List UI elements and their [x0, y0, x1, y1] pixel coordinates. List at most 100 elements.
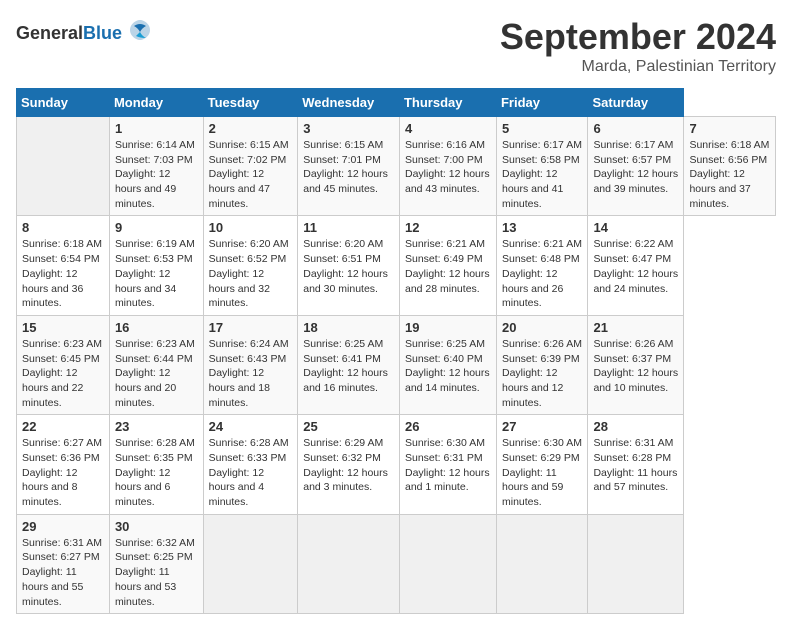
- day-info: Sunrise: 6:28 AMSunset: 6:35 PMDaylight:…: [115, 436, 198, 509]
- calendar-cell: 4 Sunrise: 6:16 AMSunset: 7:00 PMDaylight…: [399, 117, 496, 216]
- calendar-cell: [17, 117, 110, 216]
- calendar-cell: 27 Sunrise: 6:30 AMSunset: 6:29 PMDayligh…: [496, 415, 587, 514]
- column-header-tuesday: Tuesday: [203, 89, 298, 117]
- logo-general: General: [16, 23, 83, 43]
- day-number: 4: [405, 121, 491, 136]
- calendar-cell: 25 Sunrise: 6:29 AMSunset: 6:32 PMDayligh…: [298, 415, 400, 514]
- day-info: Sunrise: 6:21 AMSunset: 6:49 PMDaylight:…: [405, 237, 491, 296]
- day-number: 9: [115, 220, 198, 235]
- day-number: 18: [303, 320, 394, 335]
- day-number: 3: [303, 121, 394, 136]
- month-title: September 2024: [500, 16, 776, 58]
- day-info: Sunrise: 6:30 AMSunset: 6:29 PMDaylight:…: [502, 436, 582, 509]
- calendar-header-row: SundayMondayTuesdayWednesdayThursdayFrid…: [17, 89, 776, 117]
- day-info: Sunrise: 6:15 AMSunset: 7:02 PMDaylight:…: [209, 138, 293, 211]
- column-header-sunday: Sunday: [17, 89, 110, 117]
- calendar-cell: [588, 514, 684, 613]
- calendar-cell: 5 Sunrise: 6:17 AMSunset: 6:58 PMDaylight…: [496, 117, 587, 216]
- logo: GeneralBlue: [16, 16, 154, 50]
- header: GeneralBlue September 2024 Marda, Palest…: [16, 16, 776, 76]
- calendar-week-row: 1 Sunrise: 6:14 AMSunset: 7:03 PMDaylight…: [17, 117, 776, 216]
- calendar-cell: [298, 514, 400, 613]
- day-info: Sunrise: 6:20 AMSunset: 6:52 PMDaylight:…: [209, 237, 293, 310]
- day-info: Sunrise: 6:17 AMSunset: 6:58 PMDaylight:…: [502, 138, 582, 211]
- day-number: 25: [303, 419, 394, 434]
- calendar-cell: 30Sunrise: 6:32 AMSunset: 6:25 PMDayligh…: [109, 514, 203, 613]
- day-info: Sunrise: 6:31 AMSunset: 6:28 PMDaylight:…: [593, 436, 678, 495]
- day-number: 1: [115, 121, 198, 136]
- day-number: 23: [115, 419, 198, 434]
- calendar-cell: 9 Sunrise: 6:19 AMSunset: 6:53 PMDaylight…: [109, 216, 203, 315]
- day-number: 22: [22, 419, 104, 434]
- day-number: 17: [209, 320, 293, 335]
- day-info: Sunrise: 6:29 AMSunset: 6:32 PMDaylight:…: [303, 436, 394, 495]
- day-number: 29: [22, 519, 104, 534]
- calendar-week-row: 29Sunrise: 6:31 AMSunset: 6:27 PMDayligh…: [17, 514, 776, 613]
- column-header-monday: Monday: [109, 89, 203, 117]
- calendar-cell: 3 Sunrise: 6:15 AMSunset: 7:01 PMDaylight…: [298, 117, 400, 216]
- calendar-week-row: 15Sunrise: 6:23 AMSunset: 6:45 PMDayligh…: [17, 315, 776, 414]
- calendar-cell: 15Sunrise: 6:23 AMSunset: 6:45 PMDayligh…: [17, 315, 110, 414]
- day-info: Sunrise: 6:27 AMSunset: 6:36 PMDaylight:…: [22, 436, 104, 509]
- day-info: Sunrise: 6:24 AMSunset: 6:43 PMDaylight:…: [209, 337, 293, 410]
- calendar-cell: [399, 514, 496, 613]
- day-number: 28: [593, 419, 678, 434]
- location-title: Marda, Palestinian Territory: [500, 58, 776, 76]
- day-number: 15: [22, 320, 104, 335]
- calendar-week-row: 8 Sunrise: 6:18 AMSunset: 6:54 PMDaylight…: [17, 216, 776, 315]
- day-number: 30: [115, 519, 198, 534]
- calendar-table: SundayMondayTuesdayWednesdayThursdayFrid…: [16, 88, 776, 614]
- day-number: 6: [593, 121, 678, 136]
- calendar-cell: 2 Sunrise: 6:15 AMSunset: 7:02 PMDaylight…: [203, 117, 298, 216]
- calendar-cell: 22 Sunrise: 6:27 AMSunset: 6:36 PMDayligh…: [17, 415, 110, 514]
- day-number: 10: [209, 220, 293, 235]
- calendar-cell: 17 Sunrise: 6:24 AMSunset: 6:43 PMDayligh…: [203, 315, 298, 414]
- day-number: 14: [593, 220, 678, 235]
- logo-blue: Blue: [83, 23, 122, 43]
- day-number: 11: [303, 220, 394, 235]
- calendar-cell: 21Sunrise: 6:26 AMSunset: 6:37 PMDayligh…: [588, 315, 684, 414]
- calendar-cell: [496, 514, 587, 613]
- day-info: Sunrise: 6:21 AMSunset: 6:48 PMDaylight:…: [502, 237, 582, 310]
- day-info: Sunrise: 6:26 AMSunset: 6:39 PMDaylight:…: [502, 337, 582, 410]
- day-number: 8: [22, 220, 104, 235]
- day-number: 24: [209, 419, 293, 434]
- day-number: 26: [405, 419, 491, 434]
- calendar-cell: 10 Sunrise: 6:20 AMSunset: 6:52 PMDayligh…: [203, 216, 298, 315]
- column-header-thursday: Thursday: [399, 89, 496, 117]
- day-number: 7: [689, 121, 770, 136]
- day-info: Sunrise: 6:25 AMSunset: 6:41 PMDaylight:…: [303, 337, 394, 396]
- day-info: Sunrise: 6:30 AMSunset: 6:31 PMDaylight:…: [405, 436, 491, 495]
- calendar-cell: 18 Sunrise: 6:25 AMSunset: 6:41 PMDayligh…: [298, 315, 400, 414]
- day-number: 13: [502, 220, 582, 235]
- calendar-cell: 26 Sunrise: 6:30 AMSunset: 6:31 PMDayligh…: [399, 415, 496, 514]
- day-info: Sunrise: 6:19 AMSunset: 6:53 PMDaylight:…: [115, 237, 198, 310]
- column-header-wednesday: Wednesday: [298, 89, 400, 117]
- day-info: Sunrise: 6:26 AMSunset: 6:37 PMDaylight:…: [593, 337, 678, 396]
- calendar-cell: 20 Sunrise: 6:26 AMSunset: 6:39 PMDayligh…: [496, 315, 587, 414]
- day-info: Sunrise: 6:14 AMSunset: 7:03 PMDaylight:…: [115, 138, 198, 211]
- calendar-cell: 6Sunrise: 6:17 AMSunset: 6:57 PMDaylight…: [588, 117, 684, 216]
- logo-bird-icon: [126, 16, 154, 50]
- day-info: Sunrise: 6:16 AMSunset: 7:00 PMDaylight:…: [405, 138, 491, 197]
- calendar-cell: 11 Sunrise: 6:20 AMSunset: 6:51 PMDayligh…: [298, 216, 400, 315]
- day-number: 2: [209, 121, 293, 136]
- day-number: 27: [502, 419, 582, 434]
- calendar-cell: 29Sunrise: 6:31 AMSunset: 6:27 PMDayligh…: [17, 514, 110, 613]
- calendar-cell: 24 Sunrise: 6:28 AMSunset: 6:33 PMDayligh…: [203, 415, 298, 514]
- day-info: Sunrise: 6:15 AMSunset: 7:01 PMDaylight:…: [303, 138, 394, 197]
- day-info: Sunrise: 6:18 AMSunset: 6:54 PMDaylight:…: [22, 237, 104, 310]
- day-info: Sunrise: 6:20 AMSunset: 6:51 PMDaylight:…: [303, 237, 394, 296]
- calendar-cell: 1 Sunrise: 6:14 AMSunset: 7:03 PMDaylight…: [109, 117, 203, 216]
- day-info: Sunrise: 6:25 AMSunset: 6:40 PMDaylight:…: [405, 337, 491, 396]
- calendar-week-row: 22 Sunrise: 6:27 AMSunset: 6:36 PMDayligh…: [17, 415, 776, 514]
- day-info: Sunrise: 6:28 AMSunset: 6:33 PMDaylight:…: [209, 436, 293, 509]
- calendar-cell: 7Sunrise: 6:18 AMSunset: 6:56 PMDaylight…: [684, 117, 776, 216]
- day-number: 12: [405, 220, 491, 235]
- day-number: 20: [502, 320, 582, 335]
- calendar-cell: 12 Sunrise: 6:21 AMSunset: 6:49 PMDayligh…: [399, 216, 496, 315]
- day-number: 5: [502, 121, 582, 136]
- calendar-cell: 13 Sunrise: 6:21 AMSunset: 6:48 PMDayligh…: [496, 216, 587, 315]
- calendar-body: 1 Sunrise: 6:14 AMSunset: 7:03 PMDaylight…: [17, 117, 776, 614]
- day-info: Sunrise: 6:22 AMSunset: 6:47 PMDaylight:…: [593, 237, 678, 296]
